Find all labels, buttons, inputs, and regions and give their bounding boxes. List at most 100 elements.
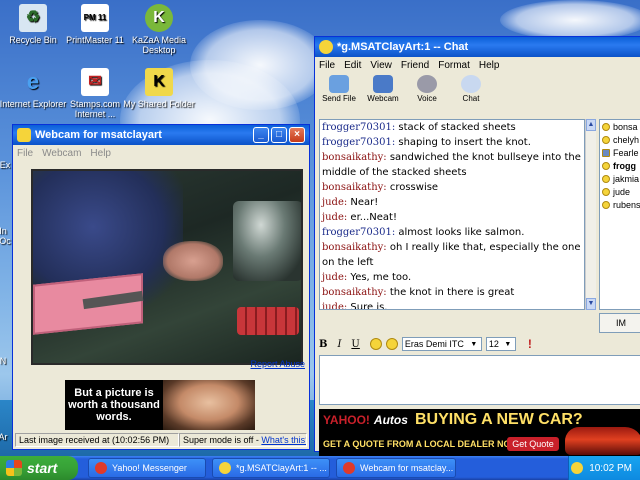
chat-message: bonsaikathy: oh I really like that, espe… xyxy=(322,240,582,270)
chat-toolbar: Send File Webcam Voice Chat xyxy=(315,73,640,111)
status-super-mode-text: Super mode is off - xyxy=(183,435,262,445)
message-nick[interactable]: bonsaikathy: xyxy=(322,287,387,298)
italic-button[interactable]: I xyxy=(337,339,341,350)
yahoo-chat-icon xyxy=(319,40,333,54)
menu-help[interactable]: Help xyxy=(90,148,111,159)
start-button[interactable]: start xyxy=(0,456,78,480)
tray-yahoo-icon[interactable] xyxy=(571,462,584,474)
underline-button[interactable]: U xyxy=(351,339,359,350)
chat-message: jude: Yes, me too. xyxy=(322,270,582,285)
chat-log-scrollbar[interactable]: ▲ ▼ xyxy=(585,119,596,310)
message-nick[interactable]: jude: xyxy=(322,302,347,309)
desktop-icon-kazaa[interactable]: K KaZaA Media Desktop xyxy=(120,4,198,55)
yahoo-chat-icon xyxy=(219,462,231,474)
voice-button[interactable]: Voice xyxy=(405,73,449,111)
webcam-titlebar[interactable]: Webcam for msatclayart _ □ × xyxy=(13,125,309,145)
chat-message-input[interactable] xyxy=(319,355,640,405)
user-list-item[interactable]: Fearle xyxy=(600,146,640,159)
menu-edit[interactable]: Edit xyxy=(344,60,361,71)
menu-format[interactable]: Format xyxy=(438,60,470,71)
chat-user-list[interactable]: bonsa chelyh Fearle frogg jakmia jude ru… xyxy=(599,119,640,310)
menu-file[interactable]: File xyxy=(319,60,335,71)
chat-bubbles-icon xyxy=(461,75,481,93)
message-nick[interactable]: jude: xyxy=(322,272,347,283)
font-select[interactable]: Eras Demi ITC ▼ xyxy=(401,337,482,351)
menu-help[interactable]: Help xyxy=(479,60,500,71)
message-text: Sure is. xyxy=(347,302,388,310)
user-smiley-icon xyxy=(602,161,610,170)
webcam-button[interactable]: Webcam xyxy=(361,73,405,111)
scroll-down-button[interactable]: ▼ xyxy=(586,298,596,310)
chat-window[interactable]: *g.MSATClayArt:1 -- Chat File Edit View … xyxy=(314,36,640,459)
ad-brand: YAHOO! Autos xyxy=(323,413,408,427)
maximize-button[interactable]: □ xyxy=(271,127,287,143)
menu-friend[interactable]: Friend xyxy=(401,60,429,71)
chevron-down-icon: ▼ xyxy=(470,340,478,348)
stamps-icon: ✉ xyxy=(81,68,109,96)
menu-webcam[interactable]: Webcam xyxy=(42,148,81,159)
send-file-button[interactable]: Send File xyxy=(317,73,361,111)
message-nick[interactable]: bonsaikathy: xyxy=(322,182,387,193)
webcam-window[interactable]: Webcam for msatclayart _ □ × File Webcam… xyxy=(12,124,310,450)
user-smiley-icon xyxy=(602,122,610,131)
user-list-item[interactable]: bonsa xyxy=(600,120,640,133)
font-select-value: Eras Demi ITC xyxy=(404,339,464,349)
whats-this-link[interactable]: What's this? xyxy=(261,435,306,445)
chat-button[interactable]: Chat xyxy=(449,73,493,111)
chat-message: frogger70301: shaping to insert the knot… xyxy=(322,135,582,150)
desktop-icon-shared-folder[interactable]: K My Shared Folder xyxy=(120,68,198,109)
chat-titlebar[interactable]: *g.MSATClayArt:1 -- Chat xyxy=(315,37,640,57)
clock[interactable]: 10:02 PM xyxy=(589,463,632,474)
user-list-item[interactable]: frogg xyxy=(600,159,640,172)
window-title: *g.MSATClayArt:1 -- Chat xyxy=(337,41,469,53)
user-list-item[interactable]: chelyh xyxy=(600,133,640,146)
format-toolbar: B I U Eras Demi ITC ▼ 12 ▼ ! xyxy=(319,335,640,353)
close-button[interactable]: × xyxy=(289,127,305,143)
ad-face-image xyxy=(163,380,255,430)
user-list-item[interactable]: jude xyxy=(600,185,640,198)
message-nick[interactable]: frogger70301: xyxy=(322,227,395,238)
minimize-button[interactable]: _ xyxy=(253,127,269,143)
task-label: *g.MSATClayArt:1 -- ... xyxy=(236,463,327,473)
chat-message: bonsaikathy: the knot in there is great xyxy=(322,285,582,300)
chat-message: frogger70301: stack of stacked sheets xyxy=(322,120,582,135)
menu-view[interactable]: View xyxy=(370,60,392,71)
taskbar-item-chat[interactable]: *g.MSATClayArt:1 -- ... xyxy=(212,458,330,478)
message-nick[interactable]: jude: xyxy=(322,197,347,208)
printmaster-icon: PM 11 xyxy=(81,4,109,32)
message-nick[interactable]: bonsaikathy: xyxy=(322,152,387,163)
yahoo-autos-ad-banner[interactable]: YAHOO! Autos BUYING A NEW CAR? GET A QUOT… xyxy=(319,409,640,459)
im-button[interactable]: IM xyxy=(599,313,640,333)
ad-text: But a picture is worth a thousand words. xyxy=(68,387,160,423)
user-name: chelyh xyxy=(613,134,640,145)
message-nick[interactable]: frogger70301: xyxy=(322,137,395,148)
message-text: Yes, me too. xyxy=(347,272,412,283)
bold-button[interactable]: B xyxy=(319,339,327,350)
menu-file[interactable]: File xyxy=(17,148,33,159)
user-list-item[interactable]: rubens xyxy=(600,198,640,211)
user-smiley-icon xyxy=(602,174,610,183)
buzz-alert-icon[interactable]: ! xyxy=(528,337,532,351)
chat-label: Chat xyxy=(462,94,480,103)
message-nick[interactable]: bonsaikathy: xyxy=(322,242,387,253)
message-text: Near! xyxy=(347,197,379,208)
webcam-ad-banner[interactable]: But a picture is worth a thousand words. xyxy=(65,380,255,430)
report-abuse-link[interactable]: Report Abuse xyxy=(250,359,305,369)
font-size-select[interactable]: 12 ▼ xyxy=(485,337,516,351)
message-nick[interactable]: frogger70301: xyxy=(322,122,395,133)
system-tray: 10:02 PM xyxy=(568,456,640,480)
chat-log[interactable]: frogger70301: stack of stacked sheets fr… xyxy=(319,119,585,310)
send-file-label: Send File xyxy=(322,94,356,103)
taskbar-item-webcam[interactable]: Webcam for msatclay... xyxy=(336,458,456,478)
get-quote-button[interactable]: Get Quote xyxy=(507,437,559,451)
message-text: er...Neat! xyxy=(347,212,397,223)
task-label: Webcam for msatclay... xyxy=(360,463,454,473)
microphone-icon xyxy=(417,75,437,93)
scroll-up-button[interactable]: ▲ xyxy=(586,119,596,131)
taskbar-item-yahoo-messenger[interactable]: Yahoo! Messenger xyxy=(88,458,206,478)
message-nick[interactable]: jude: xyxy=(322,212,347,223)
user-list-item[interactable]: jakmia xyxy=(600,172,640,185)
webcam-label: Webcam xyxy=(367,94,399,103)
emoticon-icon[interactable] xyxy=(385,338,398,350)
color-picker-icon[interactable] xyxy=(369,338,382,350)
